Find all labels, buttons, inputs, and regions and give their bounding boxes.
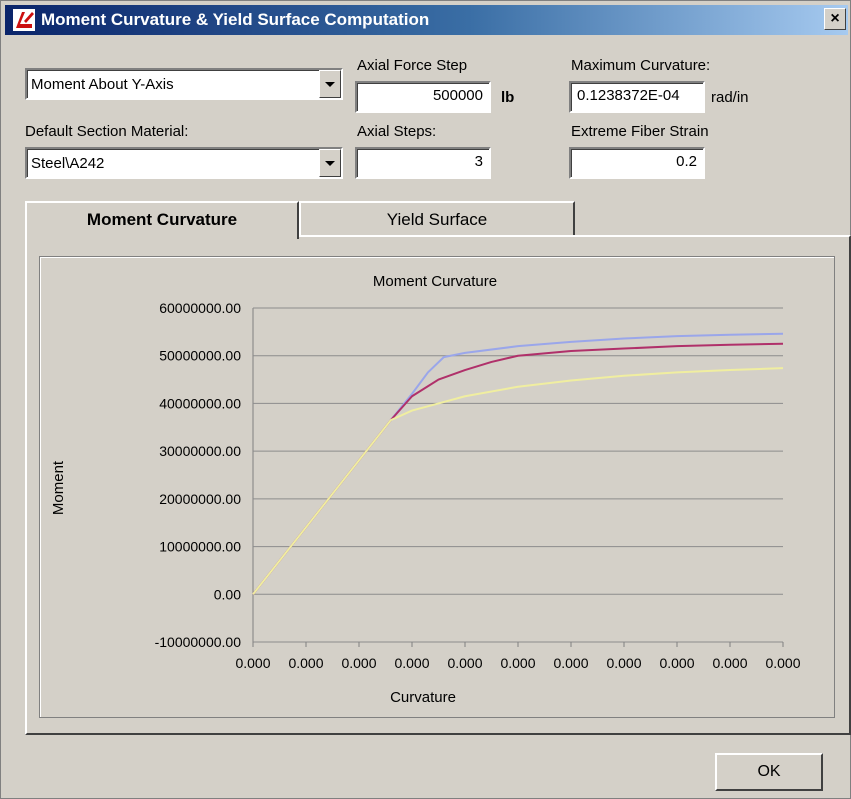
window-title: Moment Curvature & Yield Surface Computa… xyxy=(41,10,430,29)
y-tick-label: 40000000.00 xyxy=(159,395,241,411)
x-tick-label: 0.000 xyxy=(606,655,641,671)
chevron-down-icon[interactable] xyxy=(319,149,341,177)
y-tick-label: 50000000.00 xyxy=(159,348,241,364)
extreme-fiber-strain-label: Extreme Fiber Strain xyxy=(571,123,709,140)
axial-force-step-input[interactable]: 500000 xyxy=(355,81,491,113)
extreme-fiber-strain-input[interactable]: 0.2 xyxy=(569,147,705,179)
x-tick-label: 0.000 xyxy=(288,655,323,671)
x-tick-label: 0.000 xyxy=(659,655,694,671)
tab-yield-surface[interactable]: Yield Surface xyxy=(299,201,575,235)
series-line-1 xyxy=(252,332,784,595)
default-material-value: Steel\A242 xyxy=(31,155,105,172)
chart-title: Moment Curvature xyxy=(373,273,497,290)
close-button[interactable]: × xyxy=(824,8,846,30)
axial-force-unit: lb xyxy=(501,89,515,106)
axial-force-step-label: Axial Force Step xyxy=(357,57,468,74)
y-tick-label: 20000000.00 xyxy=(159,491,241,507)
title-bar[interactable]: Moment Curvature & Yield Surface Computa… xyxy=(5,5,848,35)
dialog-window: Moment Curvature & Yield Surface Computa… xyxy=(0,0,851,799)
series-line-2 xyxy=(252,342,784,595)
max-curvature-input[interactable]: 0.1238372E-04 xyxy=(569,81,705,113)
x-tick-label: 0.000 xyxy=(765,655,800,671)
axial-steps-label: Axial Steps: xyxy=(357,123,437,140)
max-curvature-unit: rad/in xyxy=(711,89,749,106)
max-curvature-label: Maximum Curvature: xyxy=(571,57,711,74)
moment-axis-value: Moment About Y-Axis xyxy=(31,76,174,93)
app-logo-icon xyxy=(13,9,35,31)
y-tick-label: -10000000.00 xyxy=(155,634,242,650)
y-tick-label: 30000000.00 xyxy=(159,443,241,459)
x-tick-label: 0.000 xyxy=(500,655,535,671)
x-tick-label: 0.000 xyxy=(235,655,270,671)
plot-axes xyxy=(252,308,783,643)
series-line-3 xyxy=(252,367,784,595)
x-tick-label: 0.000 xyxy=(447,655,482,671)
axial-steps-input[interactable]: 3 xyxy=(355,147,491,179)
x-tick-label: 0.000 xyxy=(712,655,747,671)
y-tick-label: 10000000.00 xyxy=(159,539,241,555)
moment-curvature-chart: Moment Curvature 60000000.00 50000000.00 4… xyxy=(50,273,801,706)
tab-moment-curvature[interactable]: Moment Curvature xyxy=(25,201,299,239)
ok-button[interactable]: OK xyxy=(715,753,823,791)
x-axis-label: Curvature xyxy=(390,689,456,706)
x-tick-label: 0.000 xyxy=(341,655,376,671)
default-material-label: Default Section Material: xyxy=(25,123,189,140)
y-tick-label: 60000000.00 xyxy=(159,300,241,316)
x-tick-label: 0.000 xyxy=(394,655,429,671)
default-material-select[interactable]: Steel\A242 xyxy=(25,147,343,179)
x-tick-label: 0.000 xyxy=(553,655,588,671)
y-axis-label: Moment xyxy=(50,460,67,515)
moment-axis-select[interactable]: Moment About Y-Axis xyxy=(25,68,343,100)
y-tick-label: 0.00 xyxy=(214,586,241,602)
chevron-down-icon[interactable] xyxy=(319,70,341,98)
